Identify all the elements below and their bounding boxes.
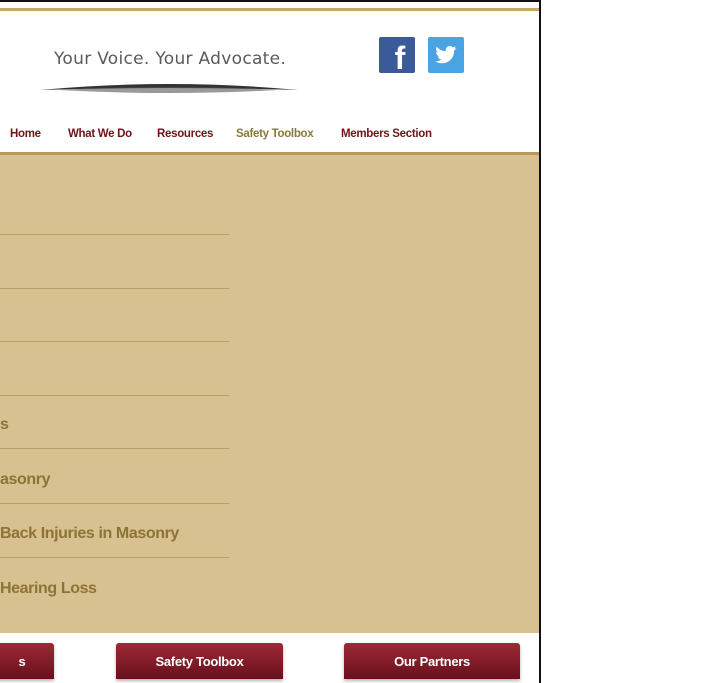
footer-button-label: Our Partners [394, 653, 470, 669]
list-item[interactable] [0, 343, 229, 396]
main-navigation: Home What We Do Resources Safety Toolbox… [0, 128, 539, 150]
nav-resources[interactable]: Resources [157, 128, 213, 140]
nav-home[interactable]: Home [10, 128, 41, 140]
content-area: s asonry Back Injuries in Masonry Hearin… [0, 155, 539, 633]
header-top-rule [0, 8, 539, 11]
footer-button-label: Safety Toolbox [155, 653, 244, 669]
nav-safety-toolbox[interactable]: Safety Toolbox [236, 128, 314, 140]
site-tagline: Your Voice. Your Advocate. [54, 49, 287, 69]
twitter-icon[interactable] [428, 37, 464, 73]
nav-members-section[interactable]: Members Section [341, 128, 432, 140]
list-item[interactable]: Back Injuries in Masonry [0, 505, 229, 558]
footer-bar: s Safety Toolbox Our Partners [0, 633, 539, 683]
nav-what-we-do[interactable]: What We Do [68, 128, 132, 140]
browser-viewport: Your Voice. Your Advocate. f Home What W… [0, 0, 541, 683]
facebook-icon[interactable]: f [379, 37, 415, 76]
list-item[interactable] [0, 182, 229, 235]
tagline-swoosh [40, 84, 298, 93]
facebook-glyph: f [394, 39, 406, 76]
our-partners-button[interactable]: Our Partners [344, 643, 520, 679]
list-item[interactable] [0, 289, 229, 342]
list-item[interactable]: s [0, 396, 229, 449]
list-item-label: asonry [0, 471, 51, 488]
safety-toolbox-button[interactable]: Safety Toolbox [116, 643, 283, 679]
footer-button-label: s [18, 653, 26, 669]
list-item[interactable]: Hearing Loss [0, 559, 229, 612]
list-item[interactable] [0, 236, 229, 289]
footer-button-partial[interactable]: s [0, 643, 54, 679]
list-item[interactable]: asonry [0, 451, 229, 504]
list-item-label: Back Injuries in Masonry [0, 525, 179, 542]
site-header: Your Voice. Your Advocate. f Home What W… [0, 2, 539, 155]
twitter-bird-icon [435, 46, 457, 64]
list-item-label: Hearing Loss [0, 580, 97, 597]
list-item-label: s [0, 416, 9, 433]
